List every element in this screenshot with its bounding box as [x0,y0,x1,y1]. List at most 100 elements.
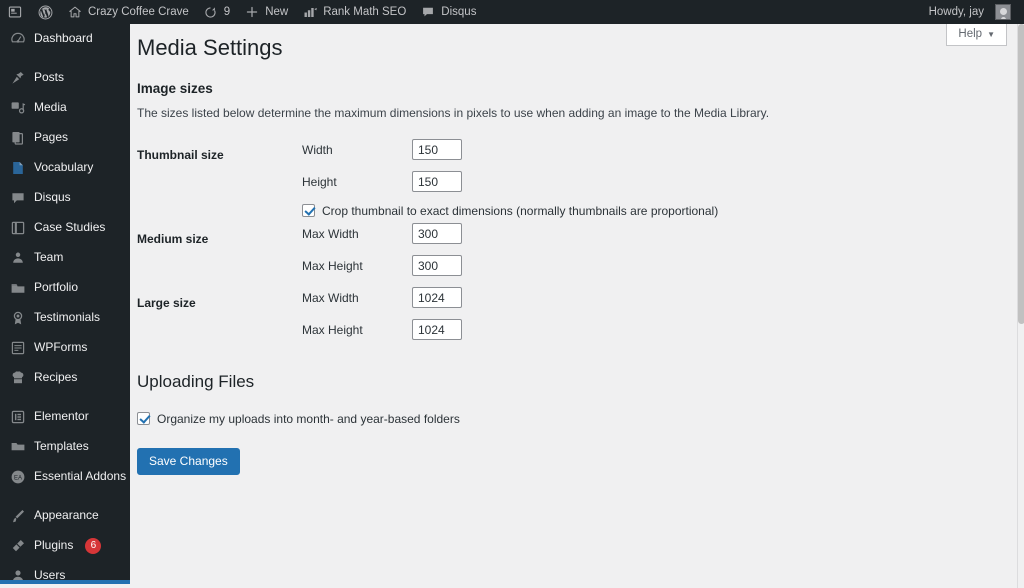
field-group: Max Height [302,250,718,282]
row-fields-thumbnail-size: Width Height Crop thumbnail to exact dim… [302,134,718,218]
organize-uploads-label[interactable]: Organize my uploads into month- and year… [157,412,460,426]
sidebar-item-label: Team [34,250,64,264]
pages-icon [9,130,27,146]
howdy-label: Howdy, jay [928,6,984,18]
admin-sidebar: Dashboard Posts Media Pages Vocabulary D… [0,24,130,584]
essential-addons-icon: EA [9,469,27,485]
thumbnail-crop-row: Crop thumbnail to exact dimensions (norm… [302,204,718,218]
field-label: Max Height [302,322,363,337]
thumbnail-crop-label[interactable]: Crop thumbnail to exact dimensions (norm… [322,204,718,218]
sidebar-item-plugins[interactable]: Plugins 6 [0,531,130,561]
testimonials-icon [9,310,27,326]
scrollbar-thumb[interactable] [1018,24,1024,324]
my-account-button[interactable]: Howdy, jay [922,0,1018,24]
large-max-width-input[interactable] [412,287,462,309]
sidebar-separator [0,492,130,501]
rankmath-icon [302,4,318,20]
elementor-icon [9,409,27,425]
updates-count: 9 [223,6,231,18]
sidebar-item-dashboard[interactable]: Dashboard [0,24,130,54]
field-group: Max Width [302,218,718,250]
page-title: Media Settings [137,35,283,60]
avatar [995,4,1011,20]
table-row: Thumbnail size Width Height Crop thumbna… [137,134,718,218]
sidebar-item-pages[interactable]: Pages [0,123,130,153]
new-content-button[interactable]: New [237,0,295,24]
team-icon [9,250,27,266]
sidebar-item-posts[interactable]: Posts [0,63,130,93]
sidebar-item-case-studies[interactable]: Case Studies [0,213,130,243]
sidebar-item-wpforms[interactable]: WPForms [0,333,130,363]
dashboard-icon [9,31,27,47]
collapse-menu-button[interactable] [0,0,30,24]
site-name-label: Crazy Coffee Crave [88,6,189,18]
field-label: Max Width [302,226,359,241]
sidebar-item-portfolio[interactable]: Portfolio [0,273,130,303]
comment-icon [9,190,27,206]
image-sizes-table: Thumbnail size Width Height Crop thumbna… [137,134,718,346]
rank-math-seo-label: Rank Math SEO [323,6,407,18]
sidebar-item-templates[interactable]: Templates [0,432,130,462]
sidebar-item-label: Recipes [34,370,78,384]
thumbnail-width-input[interactable] [412,139,462,161]
field-group: Height [302,166,718,198]
recipes-icon [9,370,27,386]
wpforms-icon [9,340,27,356]
field-label: Height [302,174,337,189]
sidebar-item-elementor[interactable]: Elementor [0,402,130,432]
page-scrollbar[interactable] [1017,24,1024,588]
row-fields-large-size: Max Width Max Height [302,282,718,346]
svg-text:EA: EA [14,476,22,482]
field-group: Max Height [302,314,718,346]
rank-math-seo-button[interactable]: Rank Math SEO [295,0,413,24]
home-icon [67,4,83,20]
updates-button[interactable]: 9 [196,0,237,24]
sidebar-item-label: Disqus [34,190,71,204]
sidebar-item-label: Media [34,100,67,114]
large-max-height-input[interactable] [412,319,462,341]
sidebar-separator [0,54,130,63]
sidebar-item-testimonials[interactable]: Testimonials [0,303,130,333]
sidebar-item-label: Appearance [34,508,99,522]
field-group: Width [302,134,718,166]
thumbnail-height-input[interactable] [412,171,462,193]
plus-icon [244,4,260,20]
image-sizes-description: The sizes listed below determine the max… [137,105,770,120]
row-label-thumbnail-size: Thumbnail size [137,147,224,162]
sidebar-item-label: Case Studies [34,220,106,234]
save-changes-button[interactable]: Save Changes [137,447,240,475]
book-icon [9,220,27,236]
admin-bar: Crazy Coffee Crave 9 New Rank Math SEO D… [0,0,1024,24]
field-label: Max Height [302,258,363,273]
thumbnail-crop-checkbox[interactable] [302,204,315,218]
media-icon [9,100,27,116]
sidebar-item-label: Dashboard [34,31,93,45]
sidebar-item-media[interactable]: Media [0,93,130,123]
sidebar-item-disqus[interactable]: Disqus [0,183,130,213]
pin-icon [9,70,27,86]
sidebar-item-recipes[interactable]: Recipes [0,363,130,393]
medium-max-width-input[interactable] [412,223,462,245]
sidebar-item-appearance[interactable]: Appearance [0,501,130,531]
disqus-adminbar-label: Disqus [441,6,477,18]
medium-max-height-input[interactable] [412,255,462,277]
organize-uploads-checkbox[interactable] [137,412,150,426]
help-tab-button[interactable]: Help ▼ [946,24,1007,46]
sidebar-item-label: Elementor [34,409,89,423]
sidebar-separator [0,393,130,402]
sidebar-item-vocabulary[interactable]: Vocabulary [0,153,130,183]
wordpress-logo-button[interactable] [30,0,60,24]
row-fields-medium-size: Max Width Max Height [302,218,718,282]
main-content: Help ▼ Media Settings Image sizes The si… [130,24,1017,588]
sidebar-item-label: Templates [34,439,89,453]
wp-collapse-icon [7,4,23,20]
admin-bar-right: Howdy, jay [922,0,1024,24]
sidebar-item-label: Portfolio [34,280,79,294]
disqus-adminbar-button[interactable]: Disqus [413,0,483,24]
sidebar-item-team[interactable]: Team [0,243,130,273]
help-tab-label: Help [958,28,983,40]
table-row: Medium size Max Width Max Height [137,218,718,282]
sidebar-bottom-accent [0,580,130,584]
site-name-button[interactable]: Crazy Coffee Crave [60,0,196,24]
sidebar-item-essential-addons[interactable]: EA Essential Addons [0,462,130,492]
